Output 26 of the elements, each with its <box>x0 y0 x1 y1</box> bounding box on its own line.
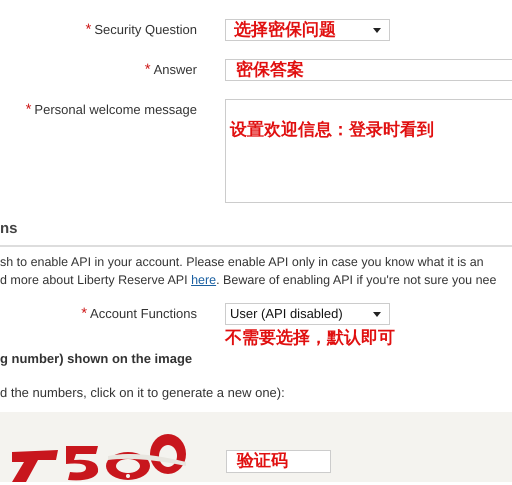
dropdown-caret-icon <box>373 312 381 316</box>
field-label: Account Functions <box>90 306 197 322</box>
field-label: Personal welcome message <box>34 102 197 118</box>
required-asterisk: * <box>26 102 32 117</box>
field-label: Answer <box>154 62 197 78</box>
description-text: d more about Liberty Reserve API here. Beware of enabling API if you're not sure you nee <box>0 272 496 289</box>
field-label: Security Question <box>94 22 197 38</box>
section-heading: ns <box>0 220 18 237</box>
annotation: 验证码 <box>237 453 288 470</box>
answer-field[interactable]: 密保答案 <box>225 59 512 81</box>
annotation: 不需要选择，默认即可 <box>225 330 395 347</box>
captcha-hint: d the numbers, click on it to generate a new one): <box>0 384 286 402</box>
required-asterisk: * <box>86 22 92 37</box>
annotation: 密保答案 <box>236 62 304 78</box>
captcha-field[interactable]: 验证码 <box>226 450 331 473</box>
description-text: sh to enable API in your account. Please enable API only in case you know what it is an <box>0 254 484 271</box>
annotation: 选择密保问题 <box>234 22 336 38</box>
here-link[interactable]: here <box>191 273 216 287</box>
security-question-select[interactable]: 选择密保问题 <box>225 19 390 41</box>
dropdown-caret-icon <box>373 28 381 32</box>
required-asterisk: * <box>144 62 151 77</box>
captcha-heading: g number) shown on the image <box>0 350 194 368</box>
annotation: 设置欢迎信息：登录时看到 <box>230 120 434 140</box>
welcome-message-field[interactable]: 设置欢迎信息：登录时看到 <box>225 99 512 203</box>
required-asterisk: * <box>81 306 88 321</box>
account-functions-select[interactable]: User (API disabled) <box>225 303 390 325</box>
